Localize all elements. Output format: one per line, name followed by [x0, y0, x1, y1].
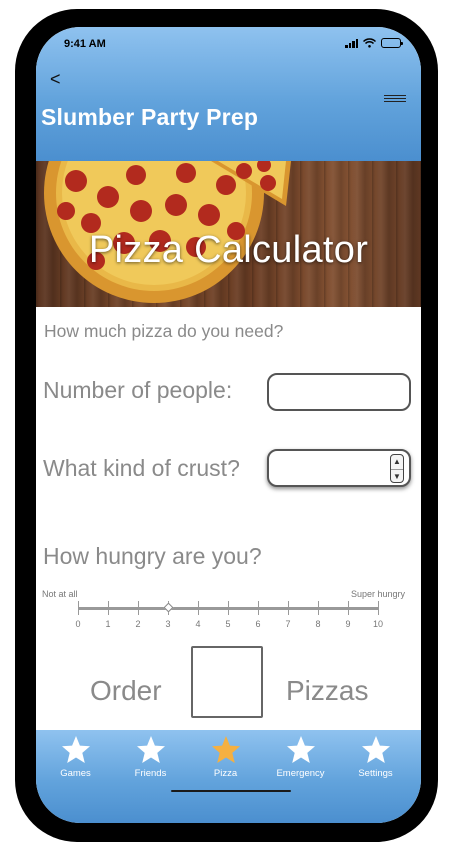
- header-bar: 9:41 AM < Slumber Party Prep: [36, 27, 421, 161]
- slider-tick-label: 9: [345, 619, 351, 629]
- slider-tick-label: 6: [255, 619, 261, 629]
- slider-tick: [228, 601, 229, 615]
- slider-thumb[interactable]: [163, 602, 173, 613]
- star-icon: [286, 736, 315, 763]
- slider-tick-label: 4: [195, 619, 201, 629]
- tab-games[interactable]: Games: [38, 735, 113, 780]
- hamburger-menu-icon[interactable]: [384, 95, 406, 107]
- slider-tick-label: 8: [315, 619, 321, 629]
- hero-title: Pizza Calculator: [88, 229, 369, 271]
- hunger-slider[interactable]: 0 1 2 3 4 5 6 7 8 9 10: [74, 600, 383, 634]
- hunger-min-label: Not at all: [42, 589, 78, 599]
- tab-emergency[interactable]: Emergency: [263, 735, 338, 780]
- crust-stepper[interactable]: ▲ ▼: [390, 454, 404, 483]
- chevron-down-icon[interactable]: ▼: [391, 469, 403, 483]
- star-icon: [136, 736, 165, 763]
- app-title: Slumber Party Prep: [41, 104, 259, 130]
- slider-tick-label: 3: [165, 619, 171, 629]
- home-indicator: [171, 790, 291, 792]
- slider-tick: [108, 601, 109, 615]
- tab-bar: Games Friends Pizza Emergency Settings: [36, 730, 421, 823]
- tab-label: Friends: [134, 768, 167, 779]
- slider-tick-label: 5: [225, 619, 231, 629]
- slider-tick-label: 10: [372, 619, 383, 629]
- app-screen: 9:41 AM < Slumber Party Prep Pizza Calcu…: [36, 27, 421, 823]
- slider-tick: [288, 601, 289, 615]
- people-input[interactable]: [267, 373, 411, 411]
- tab-label: Settings: [358, 768, 393, 779]
- back-button[interactable]: <: [50, 69, 70, 91]
- hunger-max-label: Super hungry: [351, 589, 406, 599]
- hero-banner: Pizza Calculator: [36, 161, 421, 307]
- slider-tick: [348, 601, 349, 615]
- slider-tick-label: 7: [285, 619, 291, 629]
- crust-select[interactable]: ▲ ▼: [267, 449, 411, 487]
- status-time: 9:41 AM: [64, 38, 106, 50]
- chevron-up-icon[interactable]: ▲: [391, 455, 403, 469]
- slider-tick: [378, 601, 379, 615]
- people-label: Number of people:: [43, 377, 233, 403]
- pizza-count-box: [191, 646, 263, 718]
- slider-tick: [78, 601, 79, 615]
- order-label: Order: [90, 675, 162, 706]
- slider-tick: [318, 601, 319, 615]
- tab-settings[interactable]: Settings: [338, 735, 413, 780]
- battery-icon: [381, 38, 403, 48]
- tab-friends[interactable]: Friends: [113, 735, 188, 780]
- star-icon: [211, 736, 240, 763]
- slider-tick-label: 1: [105, 619, 111, 629]
- hunger-label: How hungry are you?: [43, 543, 262, 569]
- tab-label: Emergency: [276, 768, 325, 779]
- signal-icon: [345, 38, 358, 48]
- status-icons: [345, 37, 403, 49]
- tab-pizza[interactable]: Pizza: [188, 735, 263, 780]
- pizzas-label: Pizzas: [286, 675, 369, 706]
- star-icon: [361, 736, 390, 763]
- star-icon: [61, 736, 90, 763]
- slider-tick: [198, 601, 199, 615]
- slider-tick: [258, 601, 259, 615]
- crust-label: What kind of crust?: [43, 455, 240, 481]
- tab-label: Games: [60, 768, 91, 779]
- slider-tick-label: 2: [135, 619, 141, 629]
- wifi-icon: [363, 38, 376, 48]
- slider-tick: [138, 601, 139, 615]
- tab-label: Pizza: [213, 768, 238, 779]
- form-subtitle: How much pizza do you need?: [44, 321, 284, 341]
- slider-tick-label: 0: [75, 619, 81, 629]
